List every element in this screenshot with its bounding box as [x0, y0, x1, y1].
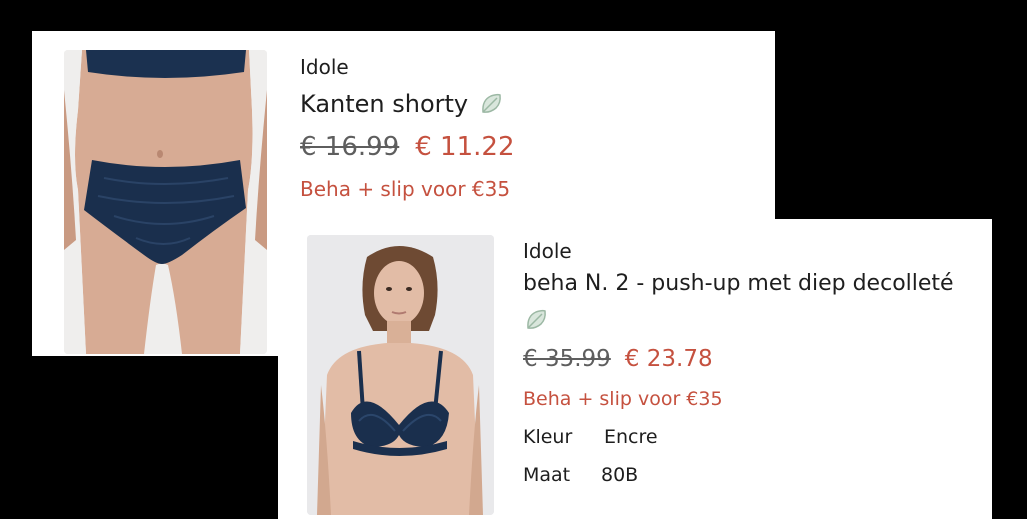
leaf-icon [527, 309, 546, 329]
product-title[interactable]: Kanten shorty [300, 87, 515, 121]
product-title-text[interactable]: beha N. 2 - push-up met diep decolleté [523, 267, 954, 301]
attribute-value: 80B [601, 464, 639, 486]
product-title[interactable]: beha N. 2 - push-up met diep decolleté [523, 267, 954, 301]
attribute-label: Kleur [523, 426, 573, 448]
price-row: € 35.99 € 23.78 [523, 341, 954, 377]
leaf-icon [482, 93, 502, 113]
product-photo-shorty [64, 50, 267, 354]
product-image-shorty[interactable] [64, 50, 267, 354]
original-price: € 35.99 [523, 346, 611, 372]
product-image-bra[interactable] [307, 235, 494, 515]
promo-text[interactable]: Beha + slip voor €35 [523, 385, 954, 413]
product-photo-bra [307, 235, 494, 515]
product-info-bra: Idole beha N. 2 - push-up met diep decol… [523, 237, 954, 489]
original-price: € 16.99 [300, 132, 400, 162]
product-info-shorty: Idole Kanten shorty € 16.99 € 11.22 Beha… [300, 53, 515, 203]
promo-text[interactable]: Beha + slip voor €35 [300, 175, 515, 203]
product-title-text[interactable]: Kanten shorty [300, 87, 468, 121]
attribute-color: Kleur Encre [523, 423, 954, 451]
sale-price: € 23.78 [624, 346, 713, 372]
product-card-bra[interactable]: Idole beha N. 2 - push-up met diep decol… [278, 219, 992, 519]
eco-badge-row [523, 307, 954, 333]
screenshot-stage: Idole Kanten shorty € 16.99 € 11.22 Beha… [0, 0, 1027, 519]
brand-name[interactable]: Idole [300, 53, 515, 81]
attribute-value: Encre [604, 426, 658, 448]
attribute-size: Maat 80B [523, 461, 954, 489]
price-row: € 16.99 € 11.22 [300, 129, 515, 165]
brand-name[interactable]: Idole [523, 237, 954, 265]
sale-price: € 11.22 [415, 132, 515, 162]
attribute-label: Maat [523, 464, 571, 486]
